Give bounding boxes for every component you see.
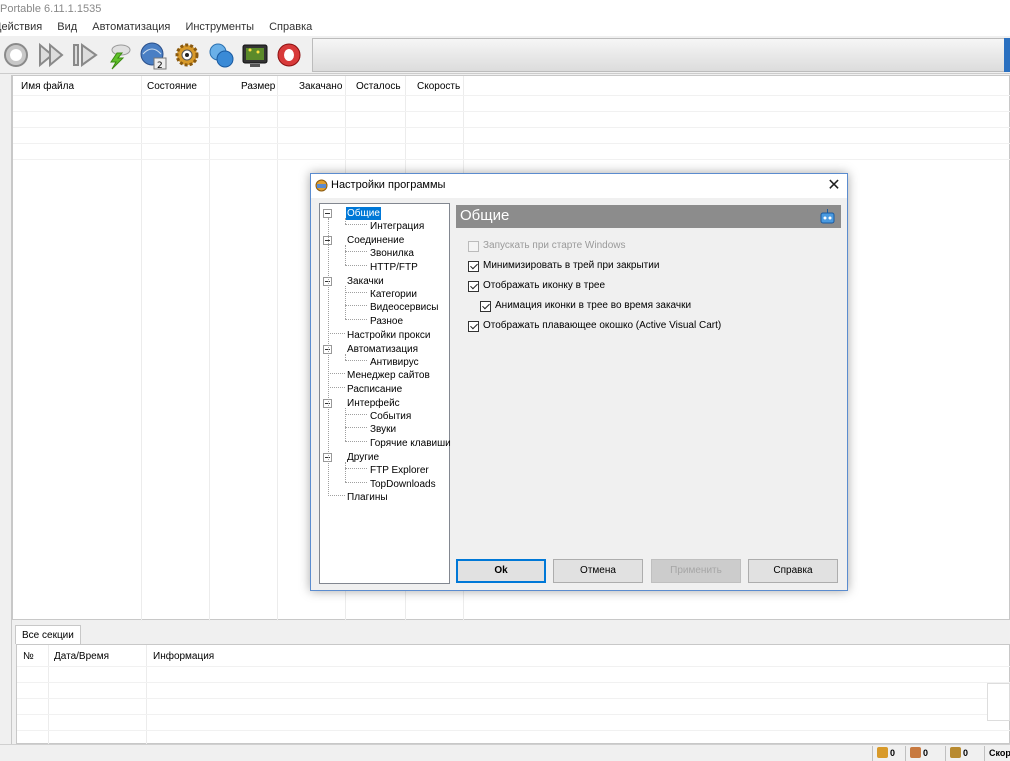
resume-icon[interactable] bbox=[70, 40, 100, 70]
status-queued: 0 bbox=[910, 747, 928, 760]
floating-window-label: Отображать плавающее окошко (Active Visu… bbox=[483, 320, 722, 331]
status-completed: 0 bbox=[950, 747, 968, 760]
resume-all-icon[interactable] bbox=[36, 40, 66, 70]
tree-item-other[interactable]: Другие bbox=[347, 451, 379, 464]
tree-item-sounds[interactable]: Звуки bbox=[370, 423, 396, 436]
app-icon bbox=[315, 179, 328, 192]
minimize-tray-label: Минимизировать в трей при закрытии bbox=[483, 260, 660, 271]
tree-item-dialer[interactable]: Звонилка bbox=[370, 247, 414, 260]
autostart-label: Запускать при старте Windows bbox=[483, 240, 626, 251]
pane-title: Общие bbox=[460, 207, 510, 224]
tree-item-proxy[interactable]: Настройки прокси bbox=[347, 329, 430, 342]
floating-window-checkbox[interactable] bbox=[468, 321, 479, 332]
downloading-icon bbox=[877, 747, 888, 758]
menu-automation[interactable]: Автоматизация bbox=[92, 21, 170, 33]
tree-item-ftp-explorer[interactable]: FTP Explorer bbox=[370, 464, 429, 477]
col-state[interactable]: Состояние bbox=[147, 81, 197, 92]
col-filename[interactable]: Имя файла bbox=[21, 81, 74, 92]
window-title: Portable 6.11.1.1535 bbox=[0, 0, 1010, 18]
left-panel-strip bbox=[0, 75, 12, 745]
tree-item-categories[interactable]: Категории bbox=[370, 288, 417, 301]
sites-icon[interactable] bbox=[206, 40, 236, 70]
menu-help[interactable]: Справка bbox=[269, 21, 312, 33]
status-bar: 0 0 0 Скор bbox=[0, 744, 1010, 761]
queued-icon bbox=[910, 747, 921, 758]
log-col-datetime[interactable]: Дата/Время bbox=[54, 651, 109, 662]
cancel-button[interactable]: Отмена bbox=[553, 559, 643, 583]
floating-box bbox=[987, 683, 1010, 721]
tree-item-misc[interactable]: Разное bbox=[370, 315, 403, 328]
apply-button[interactable]: Применить bbox=[651, 559, 741, 583]
settings-tree[interactable]: Общие Интеграция Соединение Звонилка HTT… bbox=[319, 203, 451, 584]
close-icon[interactable]: ✕ bbox=[823, 176, 845, 196]
tree-item-connection[interactable]: Соединение bbox=[347, 234, 404, 247]
menu-bar: Действия Вид Автоматизация Инструменты С… bbox=[0, 18, 1010, 36]
dialog-title: Настройки программы bbox=[331, 179, 446, 191]
monitor-icon[interactable] bbox=[240, 40, 270, 70]
col-speed[interactable]: Скорость bbox=[417, 81, 460, 92]
settings-icon[interactable] bbox=[172, 40, 202, 70]
autostart-checkbox[interactable] bbox=[468, 241, 479, 252]
tree-item-downloads[interactable]: Закачки bbox=[347, 275, 384, 288]
robot-icon bbox=[819, 208, 836, 225]
tree-item-antivirus[interactable]: Антивирус bbox=[370, 356, 419, 369]
stop-icon[interactable] bbox=[2, 40, 32, 70]
tab-all-sections[interactable]: Все секции bbox=[15, 625, 81, 644]
log-col-number[interactable]: № bbox=[23, 651, 34, 662]
help-button[interactable]: Справка bbox=[748, 559, 838, 583]
completed-icon bbox=[950, 747, 961, 758]
col-downloaded[interactable]: Закачано bbox=[299, 81, 342, 92]
schedule-icon[interactable]: 2 bbox=[138, 40, 168, 71]
settings-dialog: Настройки программы ✕ Общие Интеграция С… bbox=[310, 173, 848, 591]
log-list[interactable]: № Дата/Время Информация bbox=[16, 644, 1010, 745]
collapse-icon[interactable] bbox=[323, 209, 332, 218]
tree-item-schedule[interactable]: Расписание bbox=[347, 383, 402, 396]
tree-item-general[interactable]: Общие bbox=[346, 207, 381, 220]
tree-item-http-ftp[interactable]: HTTP/FTP bbox=[370, 261, 418, 274]
toolbar-edge bbox=[1004, 38, 1010, 72]
log-tabs: Все секции bbox=[12, 624, 1010, 644]
svg-text:2: 2 bbox=[157, 61, 163, 70]
dialog-titlebar[interactable]: Настройки программы ✕ bbox=[311, 174, 847, 198]
speed-icon[interactable] bbox=[104, 40, 134, 70]
tray-animation-label: Анимация иконки в трее во время закачки bbox=[495, 300, 692, 311]
tree-item-automation[interactable]: Автоматизация bbox=[347, 343, 418, 356]
tree-item-topdownloads[interactable]: TopDownloads bbox=[370, 478, 436, 491]
menu-actions[interactable]: Действия bbox=[0, 21, 42, 33]
tree-item-site-manager[interactable]: Менеджер сайтов bbox=[347, 369, 430, 382]
tree-item-interface[interactable]: Интерфейс bbox=[347, 397, 400, 410]
tree-item-integration[interactable]: Интеграция bbox=[370, 220, 424, 233]
col-size[interactable]: Размер bbox=[241, 81, 275, 92]
tray-animation-checkbox[interactable] bbox=[480, 301, 491, 312]
tree-item-events[interactable]: События bbox=[370, 410, 411, 423]
tray-icon-checkbox[interactable] bbox=[468, 281, 479, 292]
tray-icon-label: Отображать иконку в трее bbox=[483, 280, 606, 291]
toolbar: 2 bbox=[0, 36, 1010, 74]
ok-button[interactable]: Ok bbox=[456, 559, 546, 583]
minimize-tray-checkbox[interactable] bbox=[468, 261, 479, 272]
status-speed: Скор bbox=[989, 748, 1010, 758]
toolbar-strip bbox=[312, 38, 1006, 72]
status-downloading: 0 bbox=[877, 747, 895, 760]
log-col-info[interactable]: Информация bbox=[153, 651, 214, 662]
pane-header: Общие bbox=[456, 205, 841, 228]
help-icon[interactable] bbox=[274, 40, 304, 70]
tree-item-hotkeys[interactable]: Горячие клавиши bbox=[370, 437, 451, 450]
tree-item-video-services[interactable]: Видеосервисы bbox=[370, 301, 438, 314]
menu-view[interactable]: Вид bbox=[57, 21, 77, 33]
menu-tools[interactable]: Инструменты bbox=[185, 21, 254, 33]
col-remaining[interactable]: Осталось bbox=[356, 81, 401, 92]
tree-item-plugins[interactable]: Плагины bbox=[347, 491, 388, 504]
